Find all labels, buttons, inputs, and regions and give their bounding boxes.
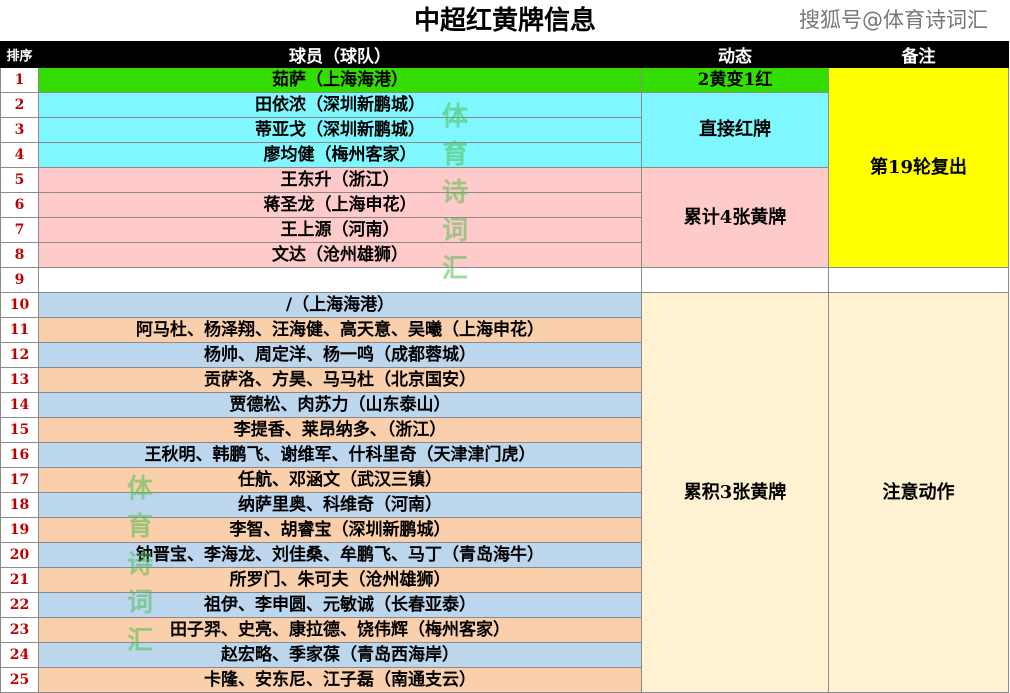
status-cell: 累计4张黄牌: [641, 167, 829, 268]
row-number: 11: [0, 317, 39, 343]
remark-cell: 注意动作: [828, 292, 1009, 693]
player-cell: 田子羿、史亮、康拉德、饶伟辉（梅州客家）: [38, 617, 642, 643]
player-cell: 阿马杜、杨泽翔、汪海健、高天意、吴曦（上海申花）: [38, 317, 642, 343]
player-cell: 王上源（河南）: [38, 217, 642, 243]
player-cell: 贡萨洛、方昊、马马杜（北京国安）: [38, 367, 642, 393]
row-number: 8: [0, 242, 39, 268]
table-row: 10 /（上海海港） 累积3张黄牌 注意动作: [0, 292, 1009, 693]
player-cell: 廖均健（梅州客家）: [38, 142, 642, 168]
status-cell: 累积3张黄牌: [641, 292, 829, 693]
table-row: 1 茹萨（上海海港） 2黄变1红 第19轮复出: [0, 67, 1009, 268]
row-number: 22: [0, 592, 39, 618]
row-number: 21: [0, 567, 39, 593]
status-cell: 2黄变1红: [641, 67, 829, 93]
player-cell: 王东升（浙江）: [38, 167, 642, 193]
player-cell: 所罗门、朱可夫（沧州雄狮）: [38, 567, 642, 593]
row-number: 15: [0, 417, 39, 443]
player-cell: 任航、邓涵文（武汉三镇）: [38, 467, 642, 493]
player-cell: 李智、胡睿宝（深圳新鹏城）: [38, 517, 642, 543]
player-cell: 蒋圣龙（上海申花）: [38, 192, 642, 218]
row-number: 19: [0, 517, 39, 543]
col-header-status: 动态: [641, 41, 829, 68]
row-number: 6: [0, 192, 39, 218]
row-number: 5: [0, 167, 39, 193]
row-number: 12: [0, 342, 39, 368]
player-cell: 文达（沧州雄狮）: [38, 242, 642, 268]
remark-cell: [828, 267, 1009, 293]
col-header-remark: 备注: [828, 41, 1009, 68]
remark-cell: 第19轮复出: [828, 67, 1009, 268]
row-number: 4: [0, 142, 39, 168]
player-cell: /（上海海港）: [38, 292, 642, 318]
player-cell: 茹萨（上海海港）: [38, 67, 642, 93]
player-cell: 钟晋宝、李海龙、刘佳桑、牟鹏飞、马丁（青岛海牛）: [38, 542, 642, 568]
player-cell: 卡隆、安东尼、江子磊（南通支云）: [38, 667, 642, 693]
row-number: 20: [0, 542, 39, 568]
col-header-player: 球员（球队）: [38, 41, 642, 68]
header-row: 排序 球员（球队） 动态 备注: [0, 41, 1009, 68]
row-number: 2: [0, 92, 39, 118]
row-number: 3: [0, 117, 39, 143]
player-cell: 杨帅、周定洋、杨一鸣（成都蓉城）: [38, 342, 642, 368]
row-number: 25: [0, 667, 39, 693]
player-cell: 田依浓（深圳新鹏城）: [38, 92, 642, 118]
player-cell: 贾德松、肉苏力（山东泰山）: [38, 392, 642, 418]
row-number: 18: [0, 492, 39, 518]
col-header-rank: 排序: [0, 41, 39, 68]
row-number: 10: [0, 292, 39, 318]
status-cell: 直接红牌: [641, 92, 829, 168]
player-cell: 蒂亚戈（深圳新鹏城）: [38, 117, 642, 143]
row-number: 7: [0, 217, 39, 243]
player-cell: 纳萨里奥、科维奇（河南）: [38, 492, 642, 518]
player-cell: 李提香、莱昂纳多、（浙江）: [38, 417, 642, 443]
row-number: 9: [0, 267, 39, 293]
row-number: 16: [0, 442, 39, 468]
row-number: 24: [0, 642, 39, 668]
row-number: 14: [0, 392, 39, 418]
cards-table: 排序 球员（球队） 动态 备注 1 茹萨（上海海港） 2黄变1红 第19轮复出 …: [0, 41, 1009, 693]
player-cell: 祖伊、李申圆、元敏诚（长春亚泰）: [38, 592, 642, 618]
table-row: 9: [0, 267, 1009, 293]
player-cell: 王秋明、韩鹏飞、谢维军、什科里奇（天津津门虎）: [38, 442, 642, 468]
row-number: 13: [0, 367, 39, 393]
row-number: 1: [0, 67, 39, 93]
row-number: 17: [0, 467, 39, 493]
row-number: 23: [0, 617, 39, 643]
status-cell: [641, 267, 829, 293]
brand-watermark: 搜狐号@体育诗词汇: [799, 8, 988, 32]
player-cell: [38, 267, 642, 293]
player-cell: 赵宏略、季家葆（青岛西海岸）: [38, 642, 642, 668]
title-bar: 中超红黄牌信息 搜狐号@体育诗词汇: [0, 0, 1010, 41]
